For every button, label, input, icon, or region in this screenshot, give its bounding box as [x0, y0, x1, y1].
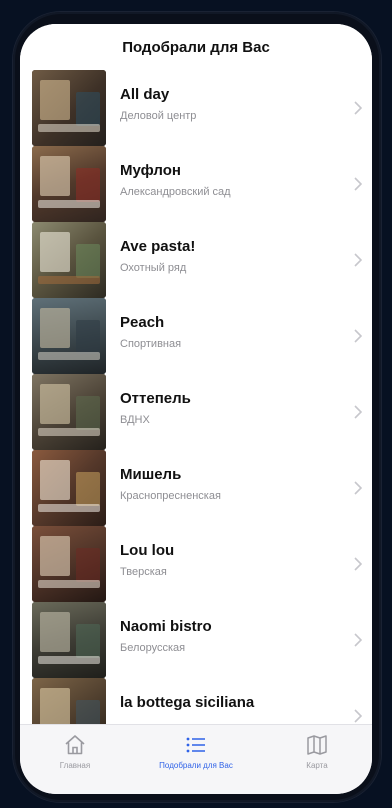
restaurant-name: la bottega siciliana — [120, 694, 255, 711]
restaurant-name: Оттепель — [120, 390, 191, 407]
restaurant-name: Lou lou — [120, 542, 175, 559]
chevron-right-icon — [354, 253, 362, 267]
chevron-right-icon — [354, 633, 362, 647]
tab-home[interactable]: Главная — [20, 733, 130, 770]
tab-map[interactable]: Карта — [262, 733, 372, 770]
restaurant-name: Мишель — [120, 466, 182, 483]
restaurant-location: Краснопресненская — [120, 490, 221, 502]
restaurant-row[interactable]: Ave pasta! Охотный ряд — [20, 222, 372, 298]
chevron-right-icon — [354, 709, 362, 723]
page-title: Подобрали для Вас — [20, 24, 372, 70]
restaurant-photo — [32, 602, 106, 678]
tab-recommendations-label: Подобрали для Вас — [159, 761, 233, 770]
restaurant-row[interactable]: Оттепель ВДНХ — [20, 374, 372, 450]
restaurant-name: All day — [120, 86, 170, 103]
restaurant-name: Ave pasta! — [120, 238, 196, 255]
restaurant-photo — [32, 222, 106, 298]
chevron-right-icon — [354, 101, 362, 115]
restaurant-row[interactable]: Peach Спортивная — [20, 298, 372, 374]
restaurant-photo — [32, 298, 106, 374]
tab-recommendations[interactable]: Подобрали для Вас — [141, 733, 251, 770]
chevron-right-icon — [354, 557, 362, 571]
chevron-right-icon — [354, 177, 362, 191]
restaurant-row[interactable]: Мишель Краснопресненская — [20, 450, 372, 526]
map-icon — [307, 735, 327, 755]
list-icon — [186, 737, 205, 753]
restaurant-photo — [32, 146, 106, 222]
restaurant-row[interactable]: Муфлон Александровский сад — [20, 146, 372, 222]
home-icon — [65, 735, 85, 755]
restaurant-location: Александровский сад — [120, 186, 231, 198]
restaurant-photo — [32, 526, 106, 602]
restaurant-row[interactable]: Naomi bistro Белорусская — [20, 602, 372, 678]
restaurant-photo — [32, 450, 106, 526]
app-screen: Подобрали для Вас All day Деловой центр — [20, 24, 372, 794]
restaurant-list[interactable]: All day Деловой центр Муфлон Александров… — [20, 70, 372, 746]
tab-map-label: Карта — [306, 761, 328, 770]
chevron-right-icon — [354, 481, 362, 495]
restaurant-row[interactable]: Lou lou Тверская — [20, 526, 372, 602]
restaurant-location: Белорусская — [120, 642, 186, 654]
restaurant-photo — [32, 70, 106, 146]
chevron-right-icon — [354, 405, 362, 419]
tab-bar: Главная Подобрали для Вас Карта — [20, 724, 372, 794]
tab-home-label: Главная — [59, 761, 91, 770]
restaurant-location: Спортивная — [120, 338, 182, 350]
restaurant-name: Муфлон — [120, 162, 181, 179]
restaurant-location: Тверская — [120, 566, 167, 578]
restaurant-name: Naomi bistro — [120, 618, 212, 635]
restaurant-location: Деловой центр — [120, 110, 197, 122]
restaurant-location: Охотный ряд — [120, 262, 187, 274]
restaurant-name: Peach — [120, 314, 165, 331]
restaurant-location: ВДНХ — [120, 414, 150, 426]
restaurant-row[interactable]: All day Деловой центр — [20, 70, 372, 146]
chevron-right-icon — [354, 329, 362, 343]
restaurant-photo — [32, 374, 106, 450]
